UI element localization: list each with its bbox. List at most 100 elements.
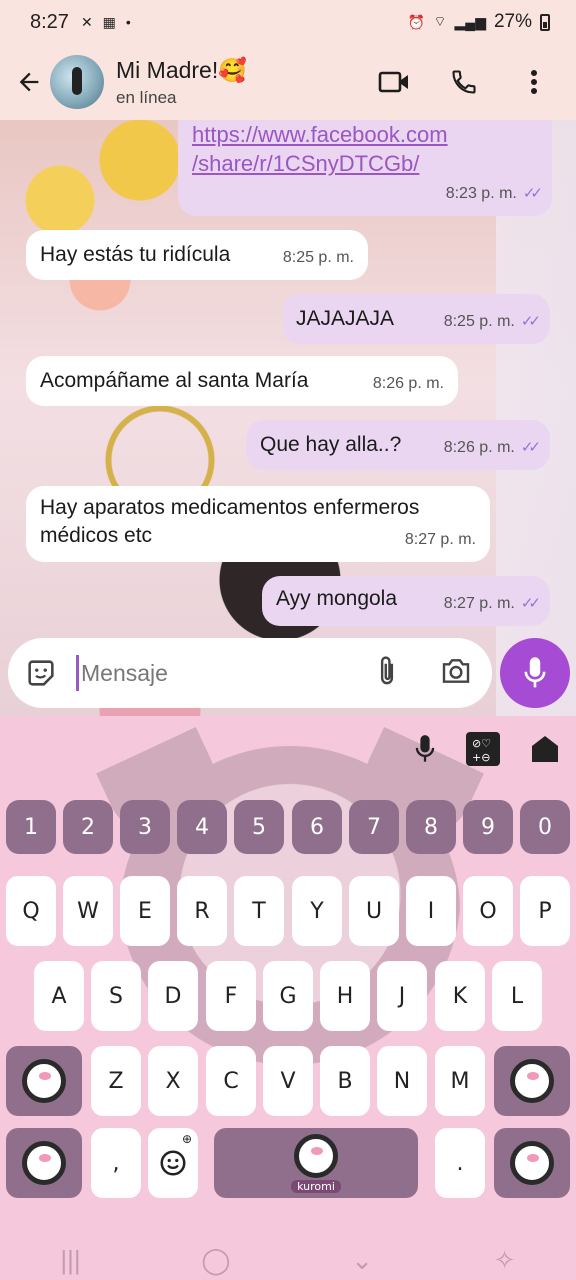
keyboard-voice-button[interactable] bbox=[414, 734, 436, 769]
key-f[interactable]: F bbox=[206, 961, 256, 1031]
key-h[interactable]: H bbox=[320, 961, 370, 1031]
key-2[interactable]: 2 bbox=[63, 800, 113, 854]
message-bubble-outgoing[interactable]: Que hay alla..? 8:26 p. m. ✓✓ bbox=[246, 420, 550, 470]
camera-button[interactable] bbox=[440, 657, 472, 690]
wifi-icon: ⌔ bbox=[433, 13, 447, 29]
key-9[interactable]: 9 bbox=[463, 800, 513, 854]
attach-button[interactable] bbox=[376, 654, 398, 693]
microphone-icon bbox=[415, 735, 435, 762]
chat-header: Mi Madre!🥰 en línea bbox=[0, 44, 576, 120]
message-bubble-incoming[interactable]: Acompáñame al santa María 8:26 p. m. bbox=[26, 356, 458, 406]
key-t[interactable]: T bbox=[234, 876, 284, 946]
keyboard: ⊘♡ +⊖ 1 2 3 4 5 6 7 8 9 0 Q W E R T Y U I… bbox=[0, 716, 576, 1240]
shift-key[interactable] bbox=[6, 1046, 82, 1116]
signal-icon: ▂▄▆ bbox=[454, 13, 486, 30]
sticker-icon bbox=[28, 660, 54, 686]
system-navigation-bar: ||| ◯ ⌄ ✧ bbox=[0, 1240, 576, 1280]
video-camera-icon bbox=[378, 71, 408, 93]
temu-icon: ▦ bbox=[102, 13, 116, 30]
key-w[interactable]: W bbox=[63, 876, 113, 946]
video-call-button[interactable] bbox=[378, 66, 410, 98]
message-bubble-incoming[interactable]: Hay estás tu ridícula 8:25 p. m. bbox=[26, 230, 368, 280]
key-0[interactable]: 0 bbox=[520, 800, 570, 854]
keyboard-calculator-button[interactable]: ⊘♡ +⊖ bbox=[466, 732, 500, 771]
key-3[interactable]: 3 bbox=[120, 800, 170, 854]
read-ticks-icon: ✓✓ bbox=[520, 313, 541, 330]
key-n[interactable]: N bbox=[377, 1046, 427, 1116]
message-time: 8:25 p. m. bbox=[443, 313, 515, 330]
chat-area[interactable]: https://www.facebook.com /share/r/1CSnyD… bbox=[0, 120, 576, 716]
message-input[interactable]: Mensaje bbox=[81, 660, 168, 687]
voice-message-button[interactable] bbox=[500, 638, 570, 708]
period-key[interactable]: . bbox=[435, 1128, 485, 1198]
kuromi-icon bbox=[510, 1141, 554, 1185]
key-g[interactable]: G bbox=[263, 961, 313, 1031]
message-time: 8:26 p. m. bbox=[443, 439, 515, 456]
message-bubble-outgoing[interactable]: Ayy mongola 8:27 p. m. ✓✓ bbox=[262, 576, 550, 626]
back-button[interactable] bbox=[0, 44, 50, 120]
key-l[interactable]: L bbox=[492, 961, 542, 1031]
calculator-icon: ⊘♡+⊖ bbox=[466, 732, 500, 766]
key-v[interactable]: V bbox=[263, 1046, 313, 1116]
key-4[interactable]: 4 bbox=[177, 800, 227, 854]
key-d[interactable]: D bbox=[148, 961, 198, 1031]
message-link[interactable]: https://www.facebook.com /share/r/1CSnyD… bbox=[192, 120, 538, 178]
key-1[interactable]: 1 bbox=[6, 800, 56, 854]
key-a[interactable]: A bbox=[34, 961, 84, 1031]
microphone-icon bbox=[524, 657, 546, 688]
alarm-icon: ⏰ bbox=[407, 13, 426, 30]
key-e[interactable]: E bbox=[120, 876, 170, 946]
enter-key[interactable] bbox=[494, 1128, 570, 1198]
key-7[interactable]: 7 bbox=[349, 800, 399, 854]
status-bar: 8:27 ✕ ▦ • ⏰ ⌔ ▂▄▆ 27% bbox=[0, 0, 576, 44]
camera-icon bbox=[442, 658, 470, 683]
battery-icon bbox=[540, 13, 550, 31]
message-bubble-outgoing[interactable]: https://www.facebook.com /share/r/1CSnyD… bbox=[178, 120, 552, 216]
home-nav-button[interactable]: ◯ bbox=[201, 1245, 230, 1276]
svg-text:⊘♡: ⊘♡ bbox=[472, 737, 491, 750]
kuromi-icon bbox=[22, 1141, 66, 1185]
key-c[interactable]: C bbox=[206, 1046, 256, 1116]
message-bubble-incoming[interactable]: Hay aparatos medicamentos enfermeros méd… bbox=[26, 486, 490, 562]
back-arrow-icon bbox=[19, 72, 39, 92]
key-u[interactable]: U bbox=[349, 876, 399, 946]
message-time: 8:26 p. m. bbox=[372, 375, 444, 392]
key-j[interactable]: J bbox=[377, 961, 427, 1031]
backspace-key[interactable] bbox=[494, 1046, 570, 1116]
key-q[interactable]: Q bbox=[6, 876, 56, 946]
read-ticks-icon: ✓✓ bbox=[520, 595, 541, 612]
keyboard-home-button[interactable] bbox=[530, 734, 560, 769]
key-m[interactable]: M bbox=[435, 1046, 485, 1116]
key-k[interactable]: K bbox=[435, 961, 485, 1031]
more-options-button[interactable] bbox=[518, 66, 550, 98]
key-8[interactable]: 8 bbox=[406, 800, 456, 854]
key-s[interactable]: S bbox=[91, 961, 141, 1031]
contact-info[interactable]: Mi Madre!🥰 en línea bbox=[116, 57, 247, 108]
space-key[interactable]: kuromi bbox=[214, 1128, 418, 1198]
battery-percent: 27% bbox=[493, 11, 532, 32]
key-r[interactable]: R bbox=[177, 876, 227, 946]
message-bubble-outgoing[interactable]: JAJAJAJA 8:25 p. m. ✓✓ bbox=[282, 294, 550, 344]
key-p[interactable]: P bbox=[520, 876, 570, 946]
accessibility-button[interactable]: ✧ bbox=[494, 1245, 516, 1276]
message-text: Acompáñame al santa María bbox=[40, 369, 309, 392]
key-y[interactable]: Y bbox=[292, 876, 342, 946]
key-z[interactable]: Z bbox=[91, 1046, 141, 1116]
key-o[interactable]: O bbox=[463, 876, 513, 946]
sticker-button[interactable] bbox=[24, 656, 58, 690]
home-icon bbox=[532, 736, 558, 762]
back-nav-button[interactable]: ⌄ bbox=[351, 1245, 373, 1276]
recent-apps-button[interactable]: ||| bbox=[60, 1245, 80, 1276]
key-b[interactable]: B bbox=[320, 1046, 370, 1116]
key-5[interactable]: 5 bbox=[234, 800, 284, 854]
globe-icon: ⊕ bbox=[181, 1132, 192, 1146]
emoji-key[interactable]: ⊕ bbox=[148, 1128, 198, 1198]
contact-avatar[interactable] bbox=[50, 55, 104, 109]
text-caret bbox=[76, 655, 79, 691]
voice-call-button[interactable] bbox=[448, 66, 480, 98]
key-6[interactable]: 6 bbox=[292, 800, 342, 854]
key-x[interactable]: X bbox=[148, 1046, 198, 1116]
symbols-key[interactable] bbox=[6, 1128, 82, 1198]
key-i[interactable]: I bbox=[406, 876, 456, 946]
comma-key[interactable]: , bbox=[91, 1128, 141, 1198]
